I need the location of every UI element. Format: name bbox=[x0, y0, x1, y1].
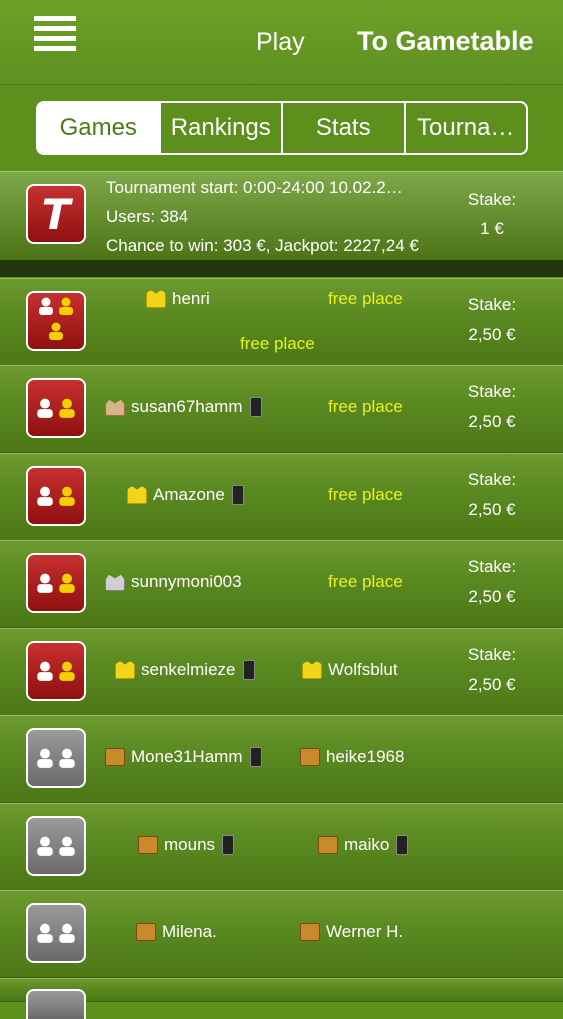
mobile-phone-icon bbox=[231, 485, 244, 505]
free-place-slot[interactable]: free place bbox=[328, 289, 403, 309]
stake-value: 2,50 € bbox=[468, 412, 516, 431]
player-1[interactable]: Milena. bbox=[136, 922, 217, 942]
player-2-name: maiko bbox=[344, 835, 390, 854]
table-players-icon bbox=[26, 641, 86, 701]
game-row[interactable]: henri free place free place Stake: 2,50 € bbox=[0, 278, 563, 366]
table-players-icon bbox=[26, 728, 86, 788]
segmented-tabs: Games Rankings Stats Tourna… bbox=[36, 101, 528, 155]
game-row[interactable]: Amazone free place Stake: 2,50 € bbox=[0, 453, 563, 541]
tournament-letter: T bbox=[41, 189, 71, 239]
player-1[interactable]: susan67hamm bbox=[105, 397, 262, 417]
tournament-users: Users: 384 bbox=[106, 207, 189, 226]
mobile-phone-icon bbox=[242, 660, 255, 680]
game-row[interactable]: senkelmieze Wolfsblut Stake: 2,50 € bbox=[0, 628, 563, 716]
player-1-name: henri bbox=[172, 289, 210, 308]
mobile-phone-icon bbox=[222, 835, 235, 855]
rank-gold-icon bbox=[127, 486, 147, 504]
rank-brown-icon bbox=[318, 836, 338, 854]
mobile-phone-icon bbox=[396, 835, 409, 855]
rank-cake-icon bbox=[105, 399, 125, 416]
rank-grey-icon bbox=[105, 574, 125, 591]
tournament-start: Tournament start: 0:00-24:00 10.02.2… bbox=[106, 178, 403, 197]
game-row[interactable]: mouns maiko bbox=[0, 803, 563, 891]
rank-gold-icon bbox=[146, 290, 166, 308]
player-1-name: Milena. bbox=[162, 922, 217, 941]
player-1-name: susan67hamm bbox=[131, 397, 243, 416]
stake-value: 2,50 € bbox=[468, 500, 516, 519]
tournament-row[interactable]: T Tournament start: 0:00-24:00 10.02.2… … bbox=[0, 171, 563, 261]
rank-brown-icon bbox=[136, 923, 156, 941]
to-gametable-button[interactable]: To Gametable bbox=[357, 26, 534, 57]
player-1[interactable]: Amazone bbox=[127, 485, 244, 505]
stake-value: 1 € bbox=[480, 219, 504, 238]
tournament-chance-jackpot: Chance to win: 303 €, Jackpot: 2227,24 € bbox=[106, 236, 419, 255]
table-players-icon bbox=[26, 903, 86, 963]
player-2[interactable]: Werner H. bbox=[300, 922, 403, 942]
stake-value: 2,50 € bbox=[468, 325, 516, 344]
mobile-phone-icon bbox=[249, 397, 262, 417]
free-place-slot[interactable]: free place bbox=[240, 334, 315, 354]
rank-gold-icon bbox=[302, 661, 322, 679]
player-1[interactable]: Mone31Hamm bbox=[105, 747, 262, 767]
tab-tournaments[interactable]: Tourna… bbox=[403, 103, 527, 153]
table-players-icon bbox=[26, 291, 86, 351]
table-players-icon bbox=[26, 466, 86, 526]
player-1[interactable]: sunnymoni003 bbox=[105, 572, 242, 592]
rank-brown-icon bbox=[300, 923, 320, 941]
game-row[interactable]: susan67hamm free place Stake: 2,50 € bbox=[0, 365, 563, 453]
tab-stats[interactable]: Stats bbox=[281, 103, 404, 153]
hamburger-menu-icon[interactable] bbox=[34, 16, 76, 54]
free-place-slot[interactable]: free place bbox=[328, 397, 403, 417]
player-1-name: sunnymoni003 bbox=[131, 572, 242, 591]
player-2[interactable]: Wolfsblut bbox=[302, 660, 398, 680]
tab-rankings[interactable]: Rankings bbox=[158, 103, 282, 153]
stake-value: 2,50 € bbox=[468, 587, 516, 606]
rank-brown-icon bbox=[138, 836, 158, 854]
free-place-slot[interactable]: free place bbox=[328, 572, 403, 592]
section-divider bbox=[0, 260, 563, 277]
game-row[interactable]: sunnymoni003 free place Stake: 2,50 € bbox=[0, 540, 563, 628]
player-2[interactable]: maiko bbox=[318, 835, 409, 855]
player-2-name: Wolfsblut bbox=[328, 660, 398, 679]
game-row[interactable]: Mone31Hamm heike1968 bbox=[0, 715, 563, 803]
game-row[interactable] bbox=[0, 978, 563, 1019]
table-players-icon bbox=[26, 816, 86, 876]
player-1[interactable]: mouns bbox=[138, 835, 235, 855]
table-players-icon bbox=[26, 989, 86, 1019]
player-2-name: Werner H. bbox=[326, 922, 404, 941]
game-row[interactable]: Milena. Werner H. bbox=[0, 890, 563, 978]
play-button[interactable]: Play bbox=[256, 28, 305, 57]
player-1-name: Mone31Hamm bbox=[131, 747, 243, 766]
stake-label: Stake: bbox=[467, 382, 517, 401]
stake-label: Stake: bbox=[467, 557, 517, 576]
free-place-slot[interactable]: free place bbox=[328, 485, 403, 505]
mobile-phone-icon bbox=[249, 747, 262, 767]
tab-games[interactable]: Games bbox=[38, 103, 159, 153]
player-2[interactable]: heike1968 bbox=[300, 747, 404, 767]
top-bar: Play To Gametable bbox=[0, 0, 563, 85]
player-1[interactable]: henri bbox=[146, 289, 210, 309]
stake-label: Stake: bbox=[467, 190, 517, 209]
stake-label: Stake: bbox=[467, 645, 517, 664]
player-2-name: heike1968 bbox=[326, 747, 405, 766]
stake-label: Stake: bbox=[467, 470, 517, 489]
rank-brown-icon bbox=[105, 748, 125, 766]
rank-gold-icon bbox=[115, 661, 135, 679]
player-1-name: mouns bbox=[164, 835, 216, 854]
stake-value: 2,50 € bbox=[468, 675, 516, 694]
player-1-name: Amazone bbox=[153, 485, 225, 504]
table-players-icon bbox=[26, 553, 86, 613]
table-players-icon bbox=[26, 378, 86, 438]
player-1-name: senkelmieze bbox=[141, 660, 236, 679]
tournament-badge-icon: T bbox=[26, 184, 86, 244]
stake-label: Stake: bbox=[467, 295, 517, 314]
rank-brown-icon bbox=[300, 748, 320, 766]
player-1[interactable]: senkelmieze bbox=[115, 660, 255, 680]
